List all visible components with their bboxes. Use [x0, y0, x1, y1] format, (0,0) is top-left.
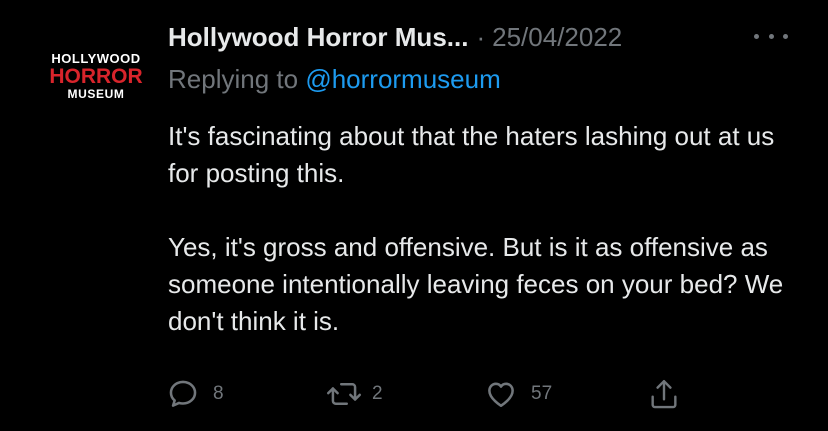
tweet[interactable]: HOLLYWOOD HORROR MUSEUM Hollywood Horror…	[0, 0, 828, 431]
retweet-icon	[326, 383, 362, 405]
header-separator: ·	[476, 21, 486, 52]
tweet-paragraph-1: It's fascinating about that the haters l…	[168, 121, 775, 188]
retweet-button[interactable]: 2	[326, 374, 383, 414]
more-dot	[768, 33, 774, 39]
like-count: 57	[531, 383, 553, 404]
more-dot	[783, 33, 788, 39]
author-name[interactable]: Hollywood Horror Mus...	[168, 22, 468, 53]
like-button[interactable]: 57	[484, 374, 552, 414]
tweet-date[interactable]: 25/04/2022	[492, 22, 622, 53]
more-options-button[interactable]	[754, 24, 788, 48]
tweet-header: Hollywood Horror Mus... · 25/04/2022	[168, 20, 622, 54]
avatar-logo-line-3: MUSEUM	[67, 87, 125, 101]
tweet-text: It's fascinating about that the haters l…	[168, 118, 788, 340]
retweet-count: 2	[372, 383, 383, 404]
share-icon	[651, 380, 677, 409]
reply-handle-link[interactable]: @horrormuseum	[305, 64, 500, 94]
share-button[interactable]	[648, 374, 680, 414]
tweet-paragraph-2: Yes, it's gross and offensive. But is it…	[168, 232, 784, 336]
reply-icon	[169, 380, 197, 407]
avatar-logo-line-2: HORROR	[49, 65, 143, 88]
avatar[interactable]: HOLLYWOOD HORROR MUSEUM	[44, 52, 148, 104]
like-icon	[488, 382, 514, 408]
tweet-actions: 8 2 57	[0, 374, 828, 414]
reply-button[interactable]: 8	[166, 374, 224, 414]
reply-count: 8	[213, 383, 224, 404]
replying-to-label: Replying to	[168, 64, 299, 94]
avatar-logo-line-1: HOLLYWOOD	[51, 51, 141, 66]
replying-to: Replying to @horrormuseum	[168, 64, 501, 95]
more-dot	[754, 33, 759, 39]
